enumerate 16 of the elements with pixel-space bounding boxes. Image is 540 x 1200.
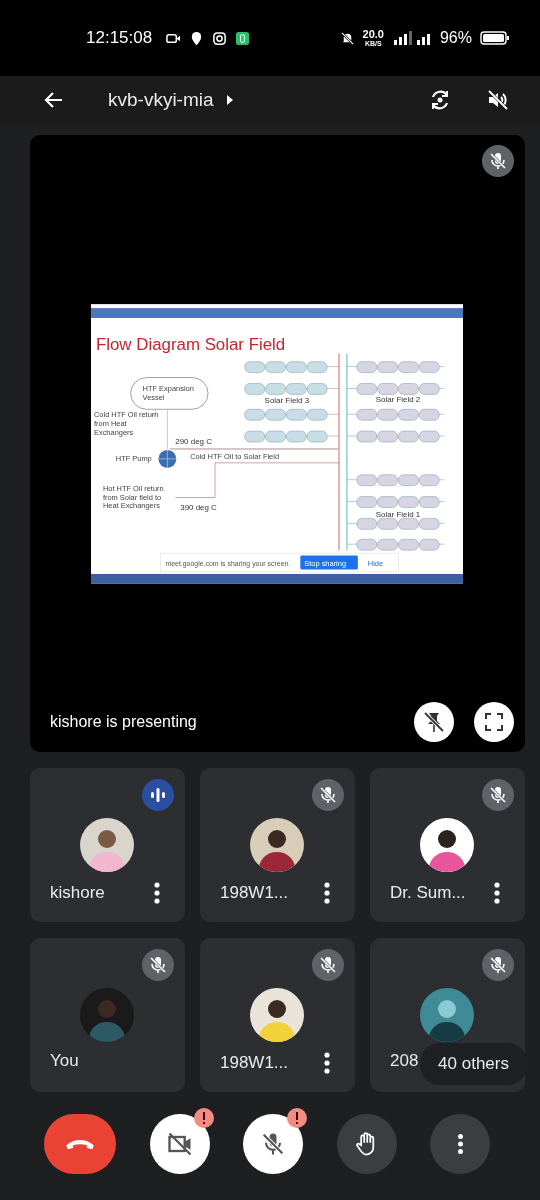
participant-name: You — [50, 1051, 79, 1071]
battery-percent: 96% — [439, 29, 472, 47]
participant-name: kishore — [50, 883, 105, 903]
field-label: Solar Field 2 — [375, 395, 421, 405]
network-speed: 20.0 — [362, 29, 384, 40]
cold-temperature: 290 deg C — [175, 437, 212, 446]
presenting-caption: kishore is presenting — [50, 713, 197, 731]
field-label: Solar Field 1 — [375, 510, 421, 520]
field-label: Solar Field 3 — [264, 396, 310, 406]
participant-name: 208 — [390, 1051, 419, 1071]
participant-name: 198W1... — [220, 883, 289, 903]
slide-title: Flow Diagram Solar Field — [95, 334, 286, 354]
participant-name: 198W1... — [220, 1053, 289, 1073]
participant-name: Dr. Sum... — [390, 883, 466, 903]
status-time: 12:15:08 — [86, 28, 153, 48]
hot-temperature: 390 deg C — [180, 503, 217, 513]
